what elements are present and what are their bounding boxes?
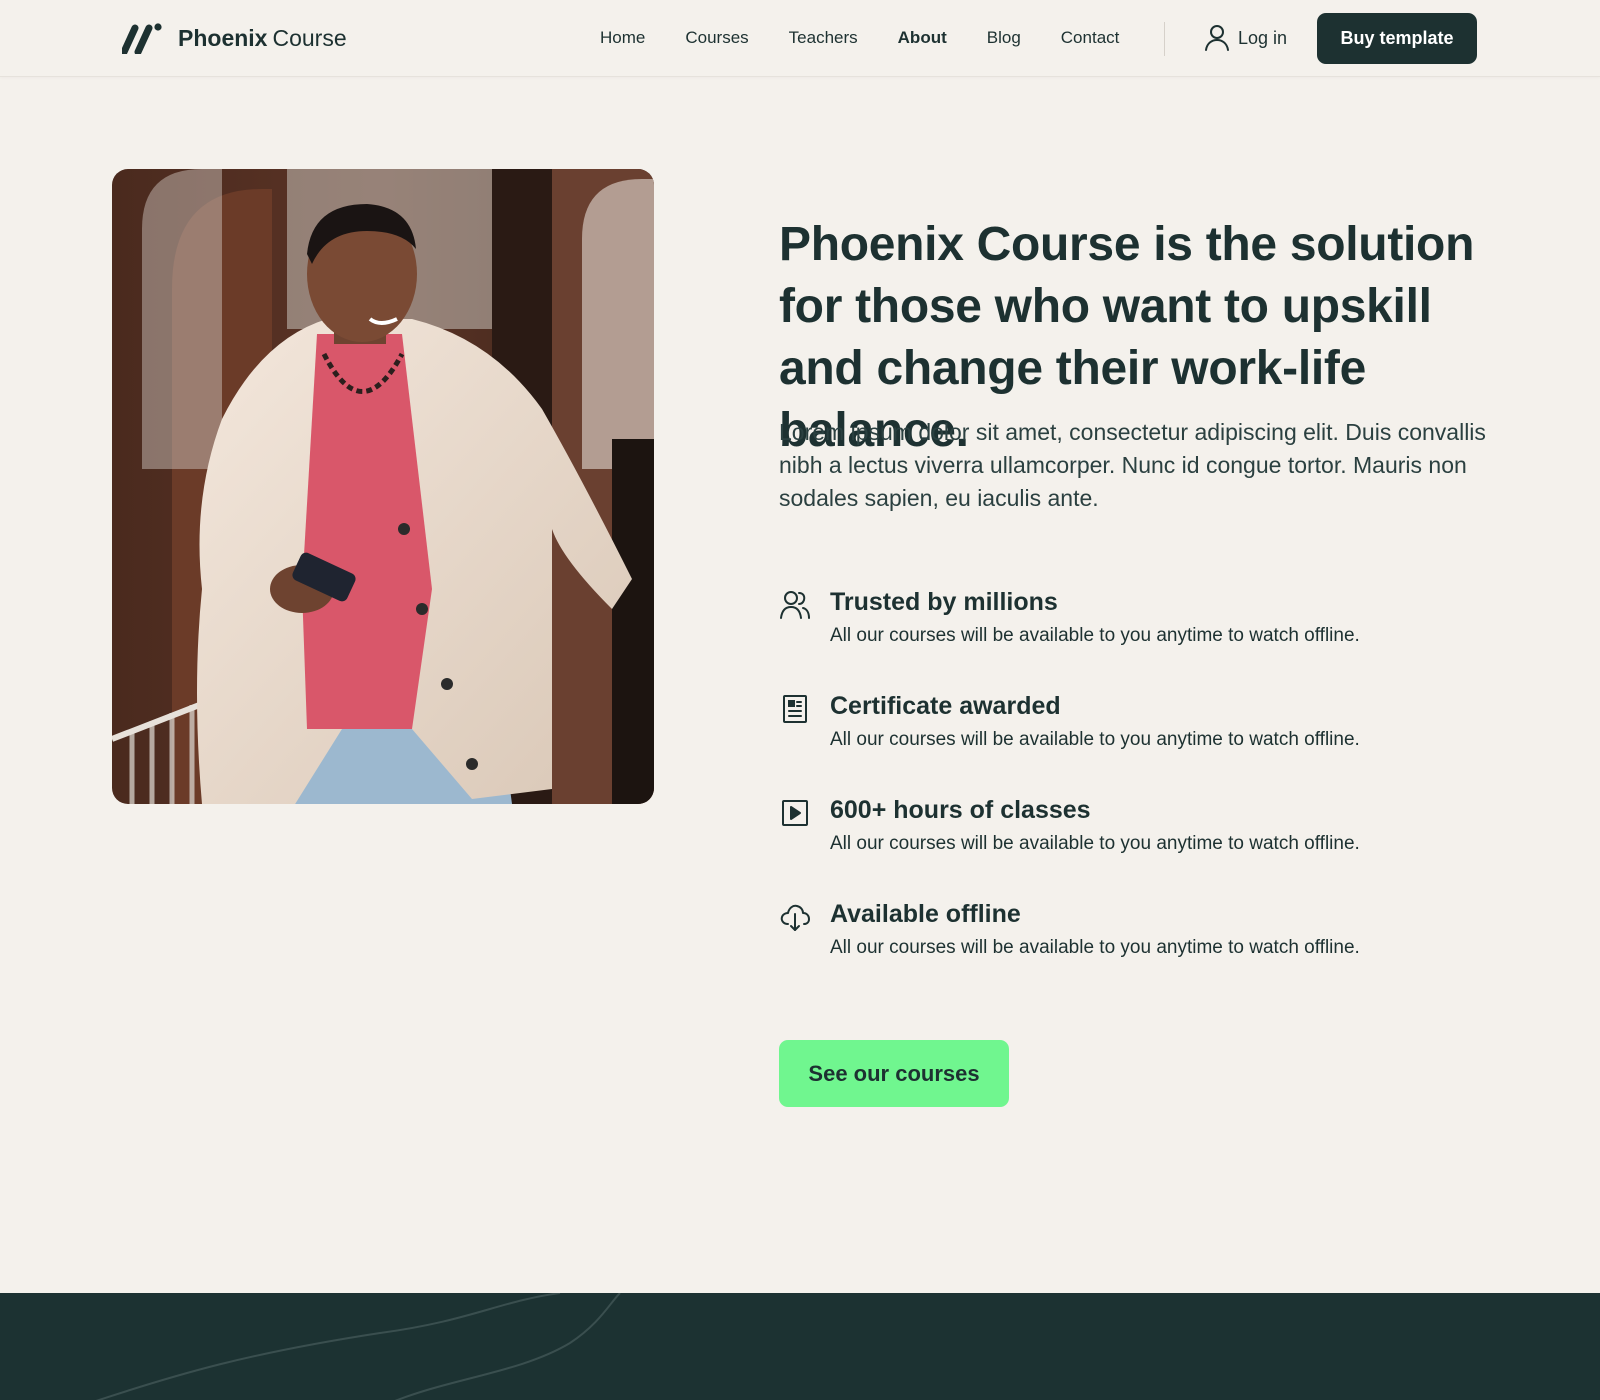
- cloud-download-icon: [780, 904, 810, 931]
- slash-logo-icon: [122, 23, 162, 54]
- user-icon: [1205, 25, 1229, 51]
- certificate-icon: [783, 695, 807, 723]
- navbar: Phoenix Course Home Courses Teachers Abou…: [0, 0, 1600, 77]
- login-label: Log in: [1238, 27, 1288, 48]
- footer-band: [0, 1293, 1600, 1400]
- nav-link-contact[interactable]: Contact: [1061, 27, 1120, 49]
- feature-desc: All our courses will be available to you…: [830, 833, 1360, 854]
- nav-link-courses[interactable]: Courses: [685, 27, 748, 49]
- feature-item: 600+ hours of classes All our courses wi…: [779, 793, 1539, 897]
- feature-desc: All our courses will be available to you…: [830, 625, 1360, 646]
- nav-link-teachers[interactable]: Teachers: [789, 27, 858, 49]
- brand-home-link[interactable]: Phoenix Course: [122, 22, 347, 54]
- users-icon: [780, 591, 810, 619]
- decorative-wave-lines: [95, 1293, 621, 1400]
- nav-divider: [1164, 22, 1165, 56]
- feature-title: 600+ hours of classes: [830, 796, 1091, 824]
- buy-template-button[interactable]: Buy template: [1317, 13, 1477, 64]
- brand-name: Phoenix Course: [178, 22, 347, 54]
- feature-desc: All our courses will be available to you…: [830, 937, 1360, 958]
- play-icon: [782, 800, 808, 826]
- nav-link-home[interactable]: Home: [600, 27, 645, 49]
- feature-list: Trusted by millions All our courses will…: [779, 585, 1539, 1001]
- hero-lead: Lorem ipsum dolor sit amet, consectetur …: [779, 419, 1486, 511]
- feature-item: Trusted by millions All our courses will…: [779, 585, 1539, 689]
- feature-item: Certificate awarded All our courses will…: [779, 689, 1539, 793]
- nav-link-blog[interactable]: Blog: [987, 27, 1021, 49]
- brand-name-strong: Phoenix: [178, 25, 268, 51]
- brand-name-light: Course: [272, 25, 347, 51]
- nav-link-about[interactable]: About: [898, 27, 947, 49]
- feature-title: Available offline: [830, 900, 1021, 928]
- see-courses-button[interactable]: See our courses: [779, 1040, 1009, 1107]
- person-walking-photo: [112, 169, 654, 804]
- login-link[interactable]: Log in: [1204, 24, 1287, 52]
- feature-item: Available offline All our courses will b…: [779, 897, 1539, 1001]
- feature-desc: All our courses will be available to you…: [830, 729, 1360, 750]
- main-nav: Home Courses Teachers About Blog Contact: [600, 27, 1159, 49]
- feature-title: Trusted by millions: [830, 588, 1058, 616]
- feature-title: Certificate awarded: [830, 692, 1061, 720]
